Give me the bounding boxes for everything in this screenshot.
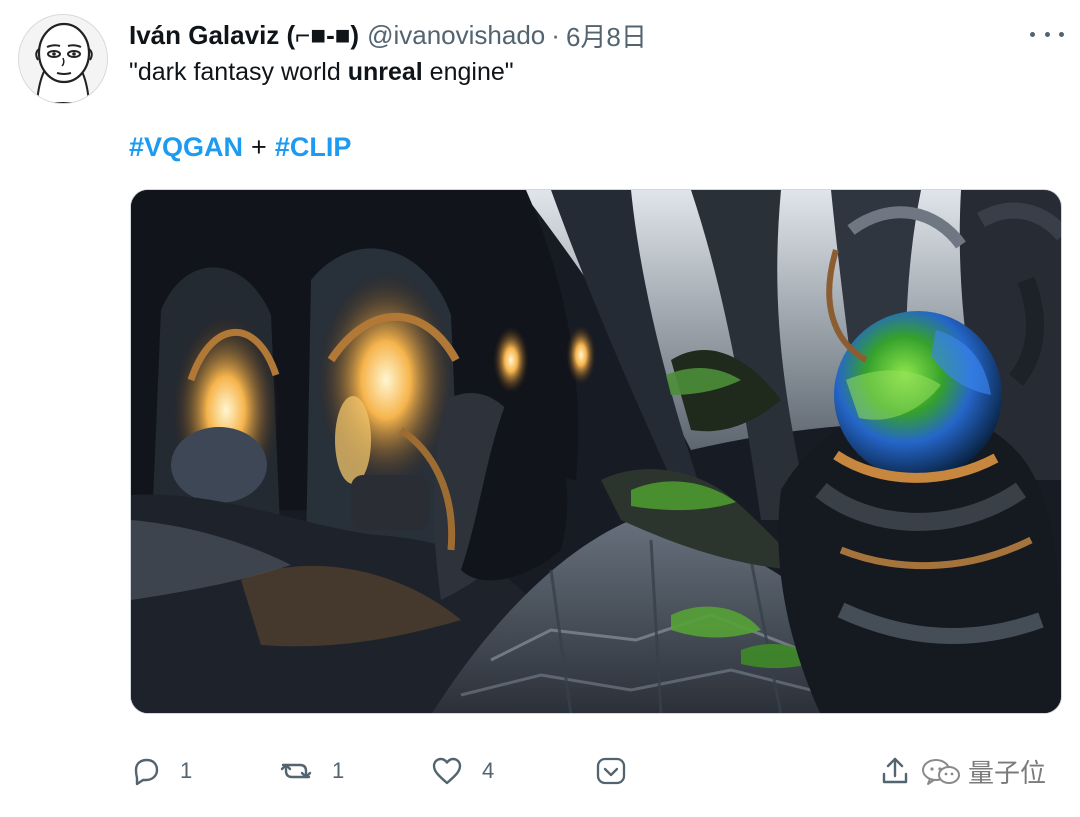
qbitai-watermark: 量子位 [920, 752, 1046, 790]
share-icon [882, 757, 908, 784]
more-icon[interactable] [1030, 25, 1064, 43]
tweet-text-start: "dark fantasy world [129, 58, 348, 86]
retweet-count: 1 [332, 758, 345, 783]
hashtag-plus: + [251, 132, 267, 162]
wechat-icon [922, 759, 960, 785]
retweet-button[interactable]: 1 [278, 752, 344, 790]
more-dot [1030, 31, 1035, 37]
hashtag-vqgan[interactable]: #VQGAN [129, 132, 243, 162]
reply-icon [134, 758, 159, 786]
tweet-header: Iván Galaviz (⌐■-■) @ivanovishado · 6月8日 [129, 18, 647, 52]
dark-fantasy-artwork [131, 190, 1061, 713]
hashtag-line: #VQGAN + #CLIP [129, 132, 351, 163]
tweet-dropdown-button[interactable] [593, 752, 629, 790]
tweet-text-end: engine" [422, 58, 514, 86]
retweet-icon [280, 763, 312, 779]
like-button[interactable]: 4 [430, 752, 494, 790]
dropdown-icon [596, 757, 626, 785]
watermark-text: 量子位 [968, 758, 1047, 789]
tweet-text-bold: unreal [347, 58, 423, 86]
more-dot [1059, 31, 1064, 37]
reply-button[interactable]: 1 [130, 752, 192, 790]
tweet-date[interactable]: 6月8日 [566, 17, 647, 54]
reply-count: 1 [180, 758, 193, 783]
like-count: 4 [482, 758, 495, 783]
tweet-media-image[interactable] [130, 189, 1062, 714]
author-handle[interactable]: @ivanovishado [367, 20, 545, 51]
hashtag-clip[interactable]: #CLIP [275, 132, 352, 162]
author-name[interactable]: Iván Galaviz (⌐■-■) [129, 20, 359, 51]
author-avatar[interactable] [18, 14, 108, 104]
avatar-image [19, 15, 107, 103]
share-button[interactable] [878, 752, 912, 790]
header-separator: · [551, 19, 560, 50]
more-dot [1044, 31, 1050, 37]
like-icon [432, 757, 462, 785]
tweet-text: "dark fantasy world unreal engine" [129, 58, 514, 87]
